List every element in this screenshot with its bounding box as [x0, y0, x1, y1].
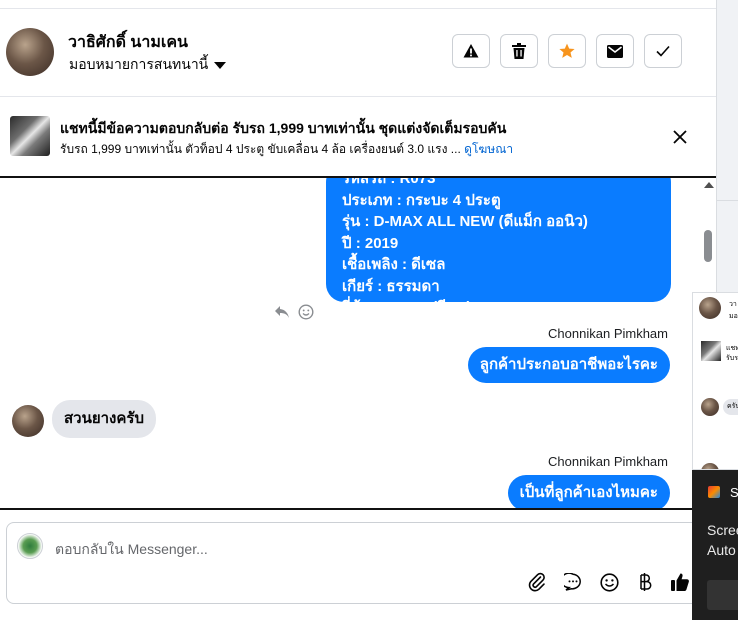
mini-name: วา: [729, 301, 737, 308]
header-divider: [0, 96, 716, 97]
reply-input[interactable]: ตอบกลับใน Messenger...: [55, 539, 208, 561]
reply-icon[interactable]: [274, 305, 290, 319]
ad-description: รับรถ 1,999 บาทเท่านั้น ตัวท็อป 4 ประตู …: [60, 142, 461, 156]
mini-sender-avatar: [701, 463, 719, 469]
car-info-line: รหัสรถ : R073: [342, 176, 436, 187]
mini-message: ครับ: [723, 399, 738, 415]
screenshot-notification[interactable]: S Scree Auto: [692, 470, 738, 620]
star-button[interactable]: [548, 34, 586, 68]
car-info-line: รุ่น : D-MAX ALL NEW (ดีแม็ก ออนิว): [342, 213, 588, 230]
warning-icon: [463, 44, 479, 58]
background-line: [717, 200, 738, 201]
react-emoji-icon[interactable]: [298, 304, 314, 320]
message-actions: [274, 304, 314, 320]
chat-bubble-icon: [564, 573, 581, 591]
scroll-up-arrow-icon[interactable]: [704, 182, 714, 188]
mini-sender-avatar: [701, 398, 719, 416]
check-icon: [656, 45, 670, 57]
emoji-button[interactable]: [598, 571, 620, 593]
trash-icon: [512, 43, 526, 59]
top-divider: [0, 8, 716, 9]
assign-label: มอบหมายการสนทนานี้: [69, 56, 209, 72]
reply-composer[interactable]: ตอบกลับใน Messenger...: [6, 522, 710, 604]
notification-title: Scree: [707, 522, 738, 538]
contact-avatar[interactable]: [6, 28, 54, 76]
mini-ad-thumbnail: [701, 341, 721, 361]
delete-button[interactable]: [500, 34, 538, 68]
baht-icon: [640, 573, 652, 591]
scroll-thumb[interactable]: [704, 230, 712, 262]
contact-name[interactable]: วาธิศักดิ์ นามเคน: [68, 30, 188, 55]
ad-subtitle: รับรถ 1,999 บาทเท่านั้น ตัวท็อป 4 ประตู …: [60, 140, 513, 159]
notification-app-name: S: [730, 485, 738, 500]
attach-button[interactable]: [526, 571, 548, 593]
mini-chat-window[interactable]: วา มอ แชท รับร ครับ: [692, 292, 738, 470]
sender-name: Chonnikan Pimkham: [548, 454, 668, 469]
like-button[interactable]: [669, 571, 691, 593]
payment-button[interactable]: [634, 571, 656, 593]
thumbs-up-icon: [671, 573, 689, 591]
envelope-icon: [607, 44, 623, 58]
outgoing-message[interactable]: เป็นที่ลูกค้าเองไหมคะ: [507, 475, 670, 508]
caret-down-icon: [214, 61, 227, 69]
sender-name: Chonnikan Pimkham: [548, 326, 668, 341]
mini-ad-sub: รับร: [726, 355, 738, 362]
close-icon[interactable]: [671, 128, 689, 146]
done-button[interactable]: [644, 34, 682, 68]
car-info-line: เกียร์ : ธรรมดา: [342, 277, 440, 295]
car-info-line: ปี : 2019: [342, 234, 399, 252]
paperclip-icon: [528, 572, 545, 592]
report-button[interactable]: [452, 34, 490, 68]
mini-assign: มอ: [729, 313, 738, 320]
mail-button[interactable]: [596, 34, 634, 68]
car-info-line: ประเภท : กระบะ 4 ประตู: [342, 191, 501, 209]
emoji-icon: [599, 572, 619, 592]
incoming-message[interactable]: สวนยางครับ: [52, 400, 156, 438]
notification-body: Auto: [707, 542, 736, 558]
outgoing-message[interactable]: ลูกค้าประกอบอาชีพอะไรคะ: [467, 347, 670, 383]
conversation-panel: วาธิศักดิ์ นามเคน มอบหมายการสนทนานี้ แชท…: [0, 0, 716, 620]
mini-avatar: [699, 297, 721, 319]
ad-title: แชทนี้มีข้อความตอบกลับต่อ รับรถ 1,999 บา…: [60, 120, 507, 136]
star-icon: [559, 43, 575, 58]
car-info-line: ยี่ห้อ : ISUZU (อีซูซุ): [342, 299, 472, 316]
view-ad-link[interactable]: ดูโฆษณา: [464, 142, 513, 156]
assign-conversation-dropdown[interactable]: มอบหมายการสนทนานี้: [69, 54, 227, 76]
message-thread[interactable]: รหัสรถ : R073 ประเภท : กระบะ 4 ประตู รุ่…: [0, 176, 716, 510]
page-avatar: [17, 533, 43, 559]
sender-avatar[interactable]: [12, 405, 44, 437]
car-info-line: เชื้อเพลิง : ดีเซล: [342, 256, 446, 273]
notification-action-button[interactable]: [707, 580, 738, 610]
saved-replies-button[interactable]: [562, 571, 584, 593]
app-icon: [708, 486, 720, 498]
ad-thumbnail[interactable]: [10, 116, 50, 156]
car-info-bubble[interactable]: รหัสรถ : R073 ประเภท : กระบะ 4 ประตู รุ่…: [326, 176, 671, 316]
